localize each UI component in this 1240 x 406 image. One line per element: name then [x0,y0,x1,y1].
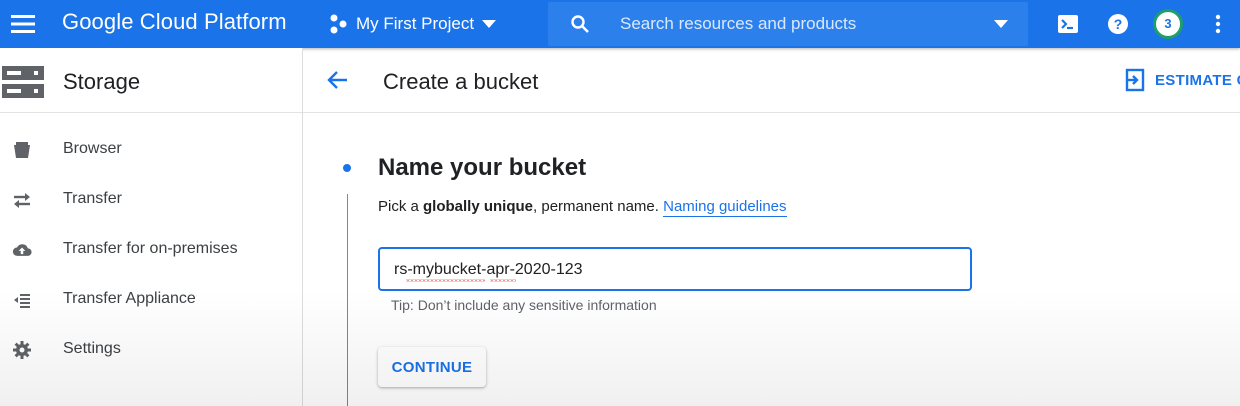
bucket-icon [14,142,30,158]
sidebar-item-label: Transfer Appliance [63,290,196,307]
sidebar-title: Storage [63,69,141,94]
desc-bold: globally unique [423,198,534,215]
cloud-upload-icon [12,244,32,256]
step-indicator-dot [343,164,351,172]
estimate-panel-icon [1125,68,1145,92]
search-dropdown-icon[interactable] [994,20,1008,28]
storage-product-icon [2,66,44,98]
account-avatar[interactable]: 3 [1153,9,1183,39]
continue-button[interactable]: CONTINUE [378,347,486,387]
chevron-down-icon [482,20,497,28]
sidebar-item-label: Settings [63,340,121,357]
sidebar-item-label: Transfer [63,190,122,207]
page-title: Create a bucket [383,69,539,94]
sidebar: Storage Browser Transfer Transfer for on… [0,48,303,406]
bucket-name-field[interactable] [378,247,972,291]
step-description: Pick a globally unique, permanent name. … [378,198,787,217]
sidebar-item-transfer-on-premises[interactable]: Transfer for on-premises [0,224,302,274]
estimate-cost-button[interactable]: ESTIMATE C [1125,68,1240,92]
sidebar-item-browser[interactable]: Browser [0,124,302,174]
sidebar-header: Storage [0,48,302,113]
project-selector[interactable]: My First Project [330,11,497,37]
top-app-bar: Google Cloud Platform My First Project ?… [0,0,1240,48]
naming-guidelines-link[interactable]: Naming guidelines [663,198,787,217]
search-box[interactable] [548,2,1028,46]
desc-prefix: Pick a [378,198,424,215]
desc-suffix: , permanent name. [533,198,664,215]
brand-title[interactable]: Google Cloud Platform [62,9,287,35]
more-vert-icon[interactable] [1206,12,1230,36]
sidebar-item-settings[interactable]: Settings [0,324,302,374]
svg-text:?: ? [1114,16,1123,32]
search-input[interactable] [618,11,982,37]
transfer-arrows-icon [14,193,30,208]
project-name: My First Project [356,14,475,33]
search-icon [571,15,589,33]
page-header: Create a bucket ESTIMATE C [303,48,1240,113]
cloud-shell-icon[interactable] [1056,12,1080,36]
sidebar-item-transfer[interactable]: Transfer [0,174,302,224]
help-icon[interactable]: ? [1106,12,1130,36]
sidebar-item-label: Transfer for on-premises [63,240,238,257]
project-nodes-icon [330,14,347,34]
spellcheck-underline [490,279,516,282]
step-connector-line [347,194,348,406]
menu-icon[interactable] [11,13,35,35]
gear-icon [13,341,31,359]
main-content: Create a bucket ESTIMATE C Name your buc… [303,48,1240,406]
spellcheck-underline [406,279,485,282]
step-title: Name your bucket [378,154,587,181]
appliance-list-icon [14,294,30,308]
input-hint: Tip: Don’t include any sensitive informa… [391,297,657,313]
estimate-label: ESTIMATE C [1155,71,1240,89]
back-arrow-icon[interactable] [326,70,348,90]
sidebar-item-label: Browser [63,140,122,157]
sidebar-item-transfer-appliance[interactable]: Transfer Appliance [0,274,302,324]
